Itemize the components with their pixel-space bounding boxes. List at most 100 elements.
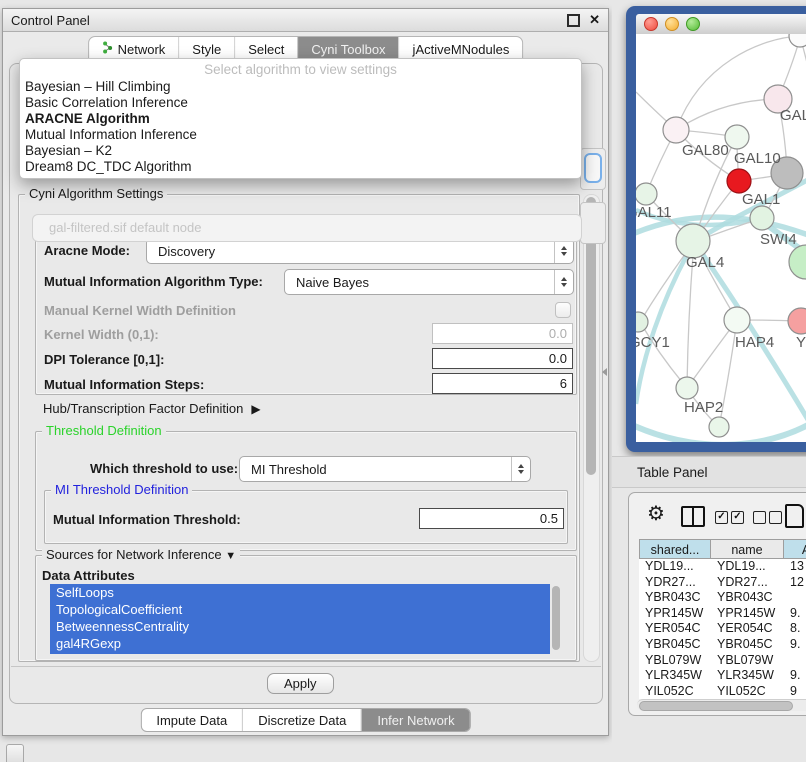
splitter-arrow-icon[interactable] [602, 368, 607, 376]
bottom-tab-infer-network[interactable]: Infer Network [361, 709, 469, 731]
network-node[interactable] [789, 245, 806, 279]
mi-threshold-field[interactable]: 0.5 [419, 508, 564, 529]
table-cell[interactable]: YBL079W [711, 653, 784, 669]
mi-steps-field[interactable]: 6 [432, 373, 573, 394]
kernel-width-field[interactable]: 0.0 [432, 323, 573, 344]
table-cell[interactable]: YDL19... [639, 559, 711, 575]
algorithm-option[interactable]: Mutual Information Inference [20, 127, 581, 143]
table-row: YBR045CYBR045C9. [639, 637, 806, 653]
network-node-hap2[interactable] [676, 377, 698, 399]
table-hscrollbar-track[interactable] [637, 699, 806, 711]
list-scrollbar-thumb[interactable] [552, 586, 560, 650]
table-cell[interactable]: YLR345W [639, 668, 711, 684]
collapse-arrow-icon[interactable]: ▼ [225, 550, 236, 562]
network-node-swi4[interactable] [750, 206, 774, 230]
network-view-window[interactable]: GALGAL80GAL10GAL1GAL11SWI4GAL4GCY1HAP4YH… [626, 6, 806, 452]
cyni-algorithm-settings-label: Cyni Algorithm Settings [25, 186, 167, 201]
network-node-y[interactable] [788, 308, 806, 334]
table-cell[interactable]: YIL052C [639, 684, 711, 700]
algorithm-option[interactable]: Bayesian – Hill Climbing [20, 79, 581, 95]
table-cell[interactable]: YDR27... [639, 575, 711, 591]
data-attribute-item[interactable]: gal4RGexp [50, 635, 550, 652]
minimize-traffic-light[interactable] [665, 17, 679, 31]
algorithm-option[interactable]: Dream8 DC_TDC Algorithm [20, 159, 581, 175]
float-window-icon[interactable] [567, 14, 580, 27]
table-cell[interactable]: YBR045C [639, 637, 711, 653]
table-cell[interactable]: 9. [784, 668, 806, 684]
data-attributes-list[interactable]: SelfLoopsTopologicalCoefficientBetweenne… [50, 584, 550, 654]
table-cell[interactable]: 9 [784, 684, 806, 700]
node-label: Y [796, 334, 806, 351]
mi-steps-label: Mutual Information Steps: [44, 377, 204, 392]
control-panel-title: Control Panel [3, 13, 567, 28]
threshold-definition-label: Threshold Definition [42, 423, 166, 438]
algorithm-option[interactable]: Basic Correlation Inference [20, 95, 581, 111]
network-edge [676, 99, 778, 130]
manual-kernel-width-checkbox[interactable] [555, 302, 571, 318]
control-panel-titlebar: Control Panel ✕ [3, 9, 608, 32]
panel-grip-button[interactable] [6, 744, 24, 762]
table-cell[interactable]: YER054C [711, 621, 784, 637]
data-attribute-item[interactable]: SelfLoops [50, 584, 550, 601]
network-selector-combobox[interactable]: gal-filtered.sif default node [32, 214, 582, 242]
data-attribute-item[interactable]: TopologicalCoefficient [50, 601, 550, 618]
apply-button[interactable]: Apply [267, 673, 334, 694]
table-cell[interactable] [784, 653, 806, 669]
sources-label: Sources for Network Inference ▼ [42, 547, 240, 562]
table-cell[interactable]: YLR345W [711, 668, 784, 684]
table-cell[interactable]: YPR145W [711, 606, 784, 622]
table-cell[interactable]: 12 [784, 575, 806, 591]
table-cell[interactable]: YIL052C [711, 684, 784, 700]
bottom-tab-discretize-data[interactable]: Discretize Data [242, 709, 361, 731]
network-node-gal80[interactable] [663, 117, 689, 143]
table-cell[interactable]: 9. [784, 606, 806, 622]
document-icon[interactable] [785, 504, 804, 528]
table-row: YER054CYER054C8. [639, 621, 806, 637]
network-node-gal4[interactable] [676, 224, 710, 258]
table-cell[interactable]: 8. [784, 621, 806, 637]
table-cell[interactable]: YER054C [639, 621, 711, 637]
table-cell[interactable]: 9. [784, 637, 806, 653]
node-label: GAL11 [636, 204, 672, 221]
network-node-gcy1[interactable] [636, 312, 648, 332]
algorithm-option[interactable]: Bayesian – K2 [20, 143, 581, 159]
hub-tf-definition-expander[interactable]: Hub/Transcription Factor Definition ▶ [43, 401, 261, 416]
settings-scrollbar-track[interactable] [583, 194, 600, 662]
table-cell[interactable]: YBR043C [711, 590, 784, 606]
column-layout-icon[interactable] [681, 506, 705, 527]
dpi-tolerance-field[interactable]: 0.0 [432, 348, 573, 369]
zoom-traffic-light[interactable] [686, 17, 700, 31]
column-header-name[interactable]: name [711, 539, 784, 559]
table-row: YLR345WYLR345W9. [639, 668, 806, 684]
algorithm-option[interactable]: ARACNE Algorithm [20, 111, 581, 127]
network-node-gal11[interactable] [636, 183, 657, 205]
deselect-all-columns-icon[interactable] [753, 511, 782, 524]
network-node[interactable] [789, 34, 806, 47]
table-cell[interactable]: YBL079W [639, 653, 711, 669]
network-node-hap4[interactable] [724, 307, 750, 333]
close-traffic-light[interactable] [644, 17, 658, 31]
network-node-gal1[interactable] [727, 169, 751, 193]
close-icon[interactable]: ✕ [589, 15, 600, 25]
mi-algorithm-type-combobox[interactable]: Naive Bayes [284, 269, 574, 295]
network-node[interactable] [709, 417, 729, 437]
sources-title-text: Sources for Network Inference [46, 547, 222, 562]
bottom-tab-impute-data[interactable]: Impute Data [141, 709, 242, 731]
help-button[interactable] [584, 153, 602, 183]
table-cell[interactable]: YBR045C [711, 637, 784, 653]
data-attribute-item[interactable]: BetweennessCentrality [50, 618, 550, 635]
gear-icon[interactable]: ⚙ [647, 501, 665, 526]
table-cell[interactable]: YDR27... [711, 575, 784, 591]
which-threshold-label: Which threshold to use: [90, 461, 238, 476]
table-cell[interactable]: YDL19... [711, 559, 784, 575]
table-cell[interactable]: YBR043C [639, 590, 711, 606]
network-canvas[interactable]: GALGAL80GAL10GAL1GAL11SWI4GAL4GCY1HAP4YH… [636, 34, 806, 442]
select-all-columns-icon[interactable]: ✓ ✓ [715, 511, 744, 524]
table-cell[interactable]: YPR145W [639, 606, 711, 622]
column-header-a[interactable]: A [784, 539, 806, 559]
column-header-shared-[interactable]: shared... [639, 539, 711, 559]
table-cell[interactable] [784, 590, 806, 606]
which-threshold-combobox[interactable]: MI Threshold [239, 456, 531, 482]
table-cell[interactable]: 13 [784, 559, 806, 575]
table-hscrollbar-thumb[interactable] [639, 701, 793, 711]
